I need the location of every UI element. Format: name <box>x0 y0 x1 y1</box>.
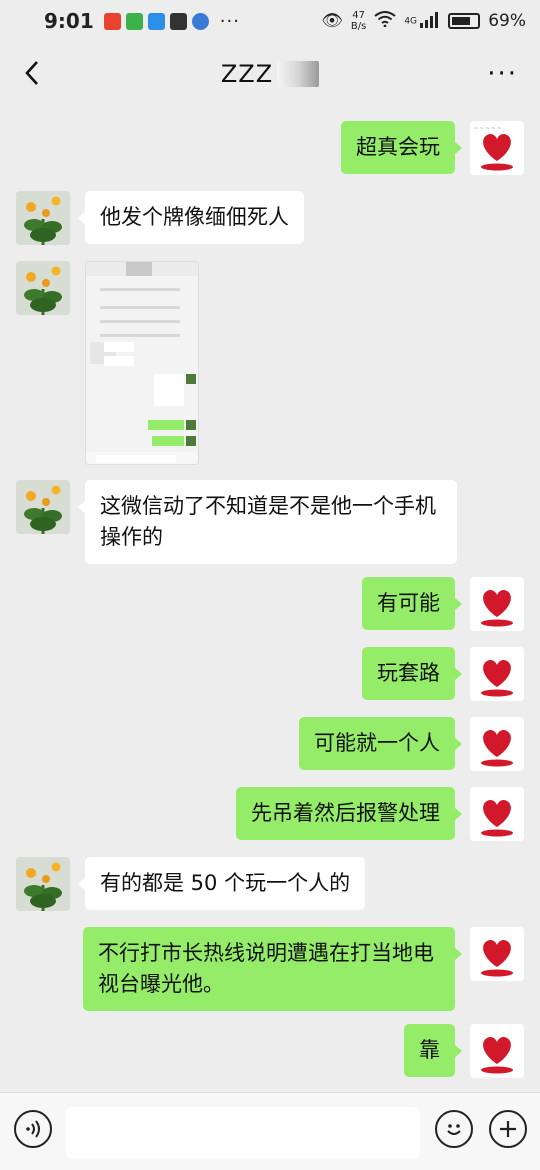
svg-text:~ ~ ~ ~ ~: ~ ~ ~ ~ ~ <box>474 126 501 132</box>
back-icon[interactable] <box>18 58 48 88</box>
heart-avatar-icon <box>470 1024 524 1078</box>
app-globe-icon <box>191 12 209 30</box>
message-bubble[interactable]: 玩套路 <box>362 647 462 700</box>
more-notifications-icon: ··· <box>219 10 240 32</box>
my-avatar[interactable] <box>470 647 524 701</box>
message-bubble[interactable]: 这微信动了不知道是不是他一个手机操作的 <box>78 480 457 564</box>
flower-avatar-icon <box>16 857 70 911</box>
message-incoming-image <box>16 261 199 465</box>
message-bubble[interactable]: 他发个牌像缅佃死人 <box>78 191 304 244</box>
message-outgoing: 玩套路 <box>362 647 524 701</box>
message-incoming: 有的都是 50 个玩一个人的 <box>16 857 366 911</box>
message-input-bar <box>0 1092 540 1170</box>
voice-icon <box>26 1120 40 1138</box>
message-outgoing: 先吊着然后报警处理 <box>236 787 524 841</box>
heart-avatar-icon <box>470 577 524 631</box>
message-outgoing: 不行打市长热线说明遭遇在打当地电视台曝光他。 <box>83 927 524 1011</box>
network-speed-value: 47 <box>352 10 365 21</box>
network-speed: 47 B/s <box>351 10 366 32</box>
app-58-icon <box>103 12 121 30</box>
flower-avatar-icon <box>16 191 70 245</box>
my-avatar[interactable] <box>470 927 524 981</box>
message-bubble[interactable]: 超真会玩 <box>341 121 462 174</box>
my-avatar[interactable]: ~ ~ ~ ~ ~ <box>470 121 524 175</box>
message-bubble[interactable]: 有可能 <box>362 577 462 630</box>
app-mail-icon <box>169 12 187 30</box>
message-outgoing: 可能就一个人 <box>299 717 524 771</box>
status-time: 9:01 <box>44 9 94 33</box>
chat-title-group: ZZZ <box>220 60 320 88</box>
my-avatar[interactable] <box>470 1024 524 1078</box>
heart-avatar-icon <box>470 717 524 771</box>
flower-avatar-icon <box>16 261 70 315</box>
my-avatar[interactable] <box>470 577 524 631</box>
screenshot-thumbnail <box>86 262 198 464</box>
network-type: 4G <box>404 16 418 27</box>
contact-avatar[interactable] <box>16 480 70 534</box>
status-bar: 9:01 ··· 👁 47 B/s 4G 69% <box>0 0 540 42</box>
message-outgoing: 超真会玩 ~ ~ ~ ~ ~ <box>341 121 524 175</box>
blurred-name-region <box>277 61 320 87</box>
app-k-icon <box>147 12 165 30</box>
heart-avatar-icon <box>470 927 524 981</box>
chat-title: ZZZ <box>220 60 274 88</box>
more-options-icon[interactable]: ··· <box>487 61 518 87</box>
flower-avatar-icon <box>16 480 70 534</box>
eye-icon: 👁 <box>321 11 343 31</box>
notification-icons: ··· <box>103 10 240 32</box>
heart-avatar-icon: ~ ~ ~ ~ ~ <box>470 121 524 175</box>
battery-percent: 69% <box>488 11 526 31</box>
message-outgoing: 有可能 <box>362 577 524 631</box>
message-incoming: 这微信动了不知道是不是他一个手机操作的 <box>16 480 457 564</box>
message-input[interactable] <box>66 1107 420 1159</box>
battery-icon <box>448 13 481 29</box>
emoji-button[interactable] <box>435 1110 473 1148</box>
signal-icon: 4G <box>404 11 440 31</box>
contact-avatar[interactable] <box>16 261 70 315</box>
screenshot-image[interactable] <box>85 261 199 465</box>
message-bubble[interactable]: 不行打市长热线说明遭遇在打当地电视台曝光他。 <box>83 927 462 1011</box>
message-incoming: 他发个牌像缅佃死人 <box>16 191 304 245</box>
chat-header: ZZZ ··· <box>0 42 540 106</box>
plus-icon <box>500 1121 516 1137</box>
message-outgoing: 靠 <box>404 1024 524 1078</box>
contact-avatar[interactable] <box>16 857 70 911</box>
more-functions-button[interactable] <box>489 1110 527 1148</box>
message-bubble[interactable]: 靠 <box>404 1024 462 1077</box>
wifi-icon <box>374 10 396 32</box>
message-bubble[interactable]: 有的都是 50 个玩一个人的 <box>77 857 366 910</box>
app-game-icon <box>125 12 143 30</box>
network-speed-unit: B/s <box>350 21 367 32</box>
heart-avatar-icon <box>470 647 524 701</box>
my-avatar[interactable] <box>470 717 524 771</box>
message-bubble[interactable]: 可能就一个人 <box>299 717 462 770</box>
emoji-icon <box>447 1124 461 1135</box>
message-bubble[interactable]: 先吊着然后报警处理 <box>236 787 462 840</box>
my-avatar[interactable] <box>470 787 524 841</box>
contact-avatar[interactable] <box>16 191 70 245</box>
heart-avatar-icon <box>470 787 524 841</box>
voice-input-button[interactable] <box>14 1110 52 1148</box>
